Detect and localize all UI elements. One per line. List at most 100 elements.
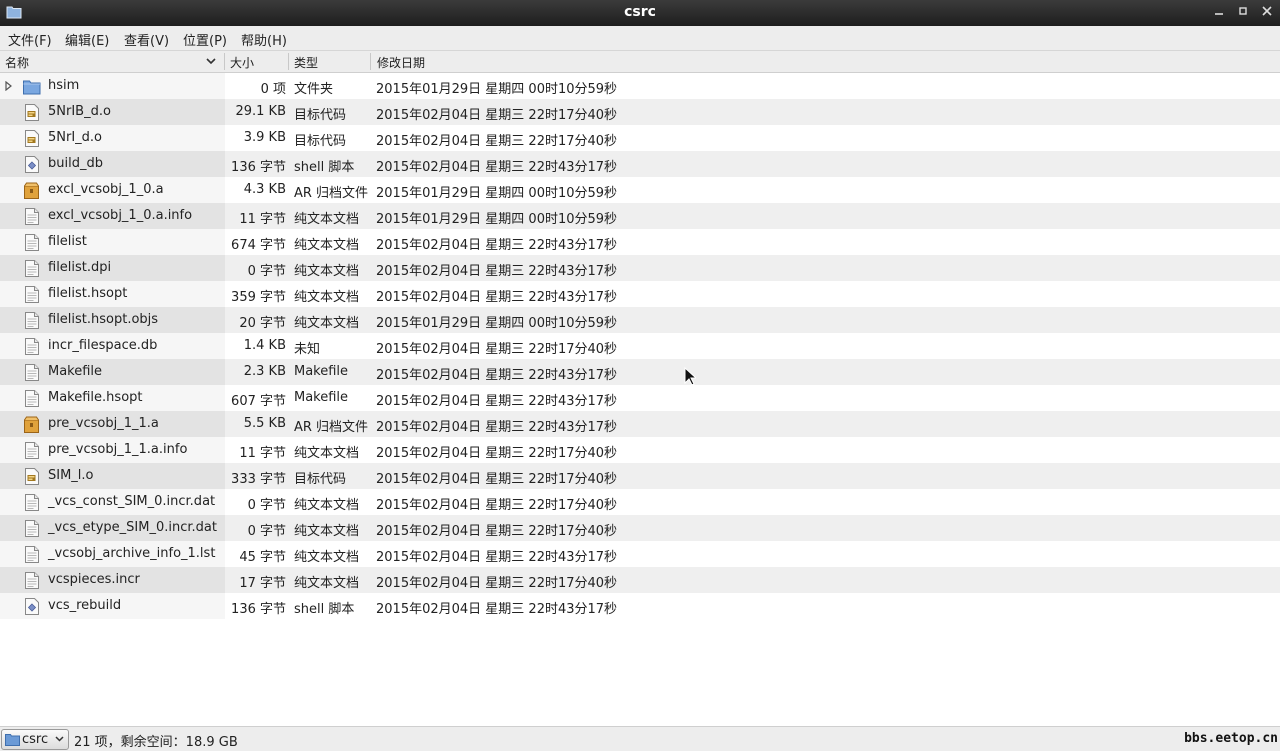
file-type: 纯文本文档 [294, 550, 360, 565]
window-title: csrc [624, 4, 656, 20]
file-type: AR 归档文件 [294, 420, 369, 435]
file-name: pre_vcsobj_1_1.a [48, 416, 159, 431]
maximize-icon [1239, 7, 1247, 15]
file-date: 2015年02月04日 星期三 22时43分17秒 [376, 264, 618, 279]
file-date: 2015年02月04日 星期三 22时17分40秒 [376, 342, 618, 357]
file-type: 目标代码 [294, 108, 347, 123]
column-type-header[interactable]: 类型 [294, 54, 318, 71]
file-row[interactable]: _vcs_etype_SIM_0.incr.dat 0 字节 纯文本文档 2015年0… [0, 515, 1280, 541]
file-date: 2015年02月04日 星期三 22时17分40秒 [376, 498, 618, 513]
file-name: vcspieces.incr [48, 572, 140, 587]
file-row[interactable]: _vcsobj_archive_info_1.lst 45 字节 纯文本文档 2015… [0, 541, 1280, 567]
file-name: _vcs_const_SIM_0.incr.dat [48, 494, 216, 509]
file-type: 纯文本文档 [294, 290, 360, 305]
file-type: Makefile [294, 364, 349, 379]
file-name: Makefile.hsopt [48, 390, 143, 405]
file-type: shell 脚本 [294, 602, 355, 617]
file-date: 2015年02月04日 星期三 22时17分40秒 [376, 134, 618, 149]
expander-icon[interactable] [4, 81, 14, 91]
file-name: hsim [48, 78, 80, 93]
title-bar: csrc [0, 0, 1280, 26]
file-name: pre_vcsobj_1_1.a.info [48, 442, 188, 457]
menu-location[interactable]: 位置(P) [183, 30, 227, 49]
file-name: SIM_l.o [48, 468, 94, 483]
column-date-header[interactable]: 修改日期 [377, 54, 425, 71]
file-name: _vcs_etype_SIM_0.incr.dat [48, 520, 217, 535]
file-size: 29.1 KB [235, 104, 286, 119]
file-size: 4.3 KB [243, 182, 286, 197]
file-row[interactable]: excl_vcsobj_1_0.a 4.3 KB AR 归档文件 2015年01月29… [0, 177, 1280, 203]
mouse-cursor-icon [684, 367, 696, 386]
file-row[interactable]: excl_vcsobj_1_0.a.info 11 字节 纯文本文档 2015年01月… [0, 203, 1280, 229]
file-date: 2015年02月04日 星期三 22时43分17秒 [376, 160, 618, 175]
file-size: 359 字节 [231, 290, 286, 305]
file-row[interactable]: build_db 136 字节 shell 脚本 2015年02月04日 星期三 22… [0, 151, 1280, 177]
file-size: 136 字节 [231, 602, 286, 617]
file-row[interactable]: SIM_l.o 333 字节 目标代码 2015年02月04日 星期三 22时17分4… [0, 463, 1280, 489]
file-row[interactable]: filelist.hsopt.objs 20 字节 纯文本文档 2015年01月29日… [0, 307, 1280, 333]
menu-file[interactable]: 文件(F) [8, 30, 52, 49]
file-date: 2015年02月04日 星期三 22时17分40秒 [376, 446, 618, 461]
file-date: 2015年02月04日 星期三 22时43分17秒 [376, 290, 618, 305]
archive-file-icon [24, 416, 39, 433]
file-row[interactable]: filelist 674 字节 纯文本文档 2015年02月04日 星期三 22时43… [0, 229, 1280, 255]
file-name: vcs_rebuild [48, 598, 122, 613]
file-row[interactable]: vcspieces.incr 17 字节 纯文本文档 2015年02月04日 星期三 … [0, 567, 1280, 593]
file-name: filelist.hsopt [48, 286, 128, 301]
file-row[interactable]: vcs_rebuild 136 字节 shell 脚本 2015年02月04日 星期三… [0, 593, 1280, 619]
file-type: 纯文本文档 [294, 316, 360, 331]
archive-file-icon [24, 182, 39, 199]
file-date: 2015年01月29日 星期四 00时10分59秒 [376, 316, 618, 331]
minimize-button[interactable] [1209, 3, 1229, 23]
file-row[interactable]: hsim 0 项文件夹 2015年01月29日 星期四 00时10分59秒 [0, 73, 1280, 99]
menu-view[interactable]: 查看(V) [124, 30, 169, 49]
file-row[interactable]: filelist.hsopt 359 字节 纯文本文档 2015年02月04日 星期三… [0, 281, 1280, 307]
file-name: Makefile [48, 364, 103, 379]
text-file-icon [25, 546, 39, 563]
file-row[interactable]: filelist.dpi 0 字节 纯文本文档 2015年02月04日 星期三 22时… [0, 255, 1280, 281]
text-file-icon [25, 442, 39, 459]
file-type: 纯文本文档 [294, 576, 360, 591]
location-combo[interactable]: csrc [1, 729, 69, 750]
file-name: 5NrIB_d.o [48, 104, 111, 119]
file-name: excl_vcsobj_1_0.a [48, 182, 164, 197]
file-type: 未知 [294, 342, 321, 357]
minimize-icon [1215, 13, 1223, 15]
column-size-header[interactable]: 大小 [230, 54, 254, 71]
file-row[interactable]: incr_filespace.db 1.4 KB 未知 2015年02月04日 星期三… [0, 333, 1280, 359]
chevron-down-icon [55, 736, 64, 742]
text-file-icon [25, 494, 39, 511]
file-date: 2015年01月29日 星期四 00时10分59秒 [376, 186, 618, 201]
file-type: 纯文本文档 [294, 524, 360, 539]
status-summary: 21 项，剩余空间：18.9 GB [74, 735, 238, 750]
file-type: 纯文本文档 [294, 212, 360, 227]
file-row[interactable]: 5NrI_d.o 3.9 KB 目标代码 2015年02月04日 星期三 22时17分… [0, 125, 1280, 151]
menu-edit[interactable]: 编辑(E) [65, 30, 109, 49]
file-row[interactable]: 5NrIB_d.o 29.1 KB 目标代码 2015年02月04日 星期三 22时1… [0, 99, 1280, 125]
object-file-icon [25, 104, 39, 121]
file-size: 674 字节 [231, 238, 286, 253]
close-button[interactable] [1257, 3, 1277, 23]
file-row[interactable]: pre_vcsobj_1_1.a 5.5 KB AR 归档文件 2015年02月04日… [0, 411, 1280, 437]
file-type: 纯文本文档 [294, 446, 360, 461]
file-size: 1.4 KB [243, 338, 286, 353]
maximize-button[interactable] [1233, 3, 1253, 23]
file-row[interactable]: Makefile.hsopt 607 字节 Makefile 2015年02月04日 … [0, 385, 1280, 411]
file-size: 0 字节 [247, 524, 286, 539]
folder-icon [23, 80, 41, 95]
file-size: 0 字节 [247, 264, 286, 279]
file-size: 0 项 [260, 82, 286, 97]
file-type: 纯文本文档 [294, 498, 360, 513]
file-row[interactable]: _vcs_const_SIM_0.incr.dat 0 字节 纯文本文档 2015年0… [0, 489, 1280, 515]
menu-help[interactable]: 帮助(H) [241, 30, 287, 49]
file-row[interactable]: Makefile 2.3 KB Makefile 2015年02月04日 星期三 22… [0, 359, 1280, 385]
column-name-header[interactable]: 名称 [5, 54, 29, 71]
object-file-icon [25, 468, 39, 485]
file-size: 0 字节 [247, 498, 286, 513]
text-file-icon [25, 208, 39, 225]
file-type: AR 归档文件 [294, 186, 369, 201]
file-size: 3.9 KB [243, 130, 286, 145]
file-date: 2015年02月04日 星期三 22时17分40秒 [376, 576, 618, 591]
file-row[interactable]: pre_vcsobj_1_1.a.info 11 字节 纯文本文档 2015年02月0… [0, 437, 1280, 463]
object-file-icon [25, 130, 39, 147]
